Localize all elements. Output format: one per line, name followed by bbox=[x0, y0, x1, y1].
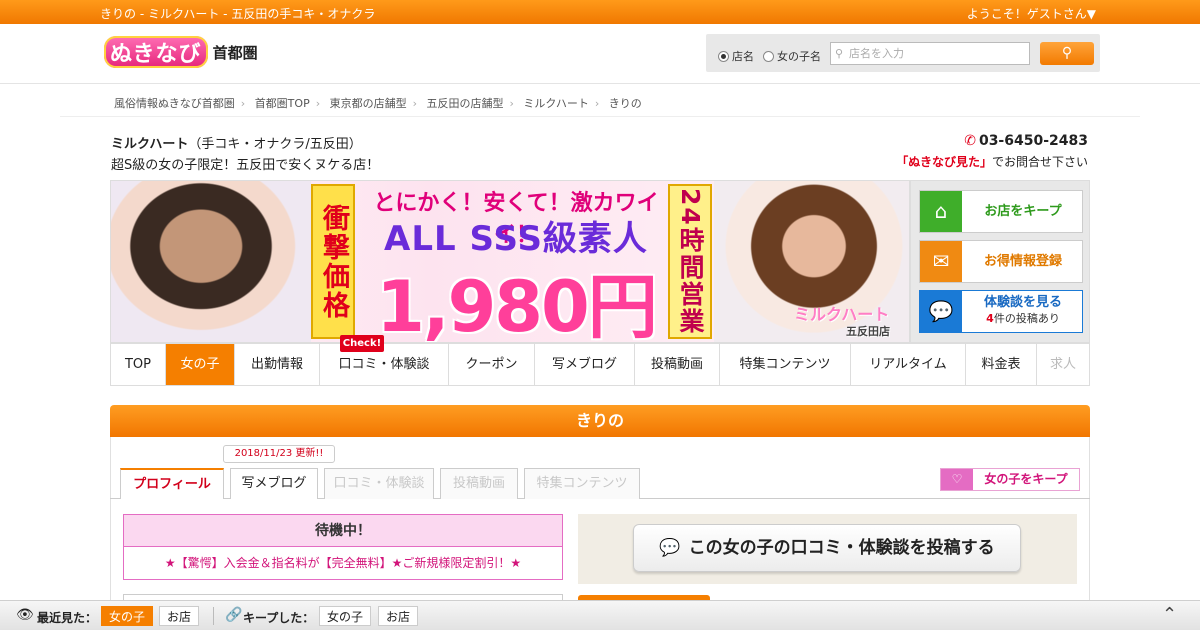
search-box: 店名 女の子名 ⚲ 店名を入力 ⚲ bbox=[706, 34, 1100, 72]
search-icon: ⚲ bbox=[835, 47, 844, 60]
chevron-right-icon: › bbox=[412, 97, 418, 110]
status-box: 待機中！ ★【驚愕】入会金＆指名料が【完全無料】★ご新規様限定割引！★ bbox=[123, 514, 563, 580]
keep-girl-button[interactable]: ♡ 女の子をキープ bbox=[940, 468, 1080, 491]
phone-note: 「ぬきなび見た」でお問合せ下さい bbox=[896, 155, 1088, 169]
radio-dot bbox=[763, 50, 774, 62]
newsletter-button[interactable]: ✉ お得情報登録 bbox=[919, 240, 1083, 283]
status-badge: 待機中！ bbox=[124, 515, 562, 547]
post-review-button[interactable]: 💬 この女の子の口コミ・体験談を投稿する bbox=[633, 524, 1021, 572]
shop-banner[interactable]: 衝撃価格 とにかく！安くて！激カワイイ！ ALL SSS級素人 1,980円 2… bbox=[110, 180, 910, 343]
shop-phone[interactable]: ✆ 03-6450-2483 bbox=[964, 133, 1088, 149]
tab-profile[interactable]: プロフィール bbox=[120, 468, 224, 499]
nav-girls[interactable]: 女の子 bbox=[166, 344, 235, 385]
nav-videos[interactable]: 投稿動画 bbox=[635, 344, 720, 385]
nav-jobs: 求人 bbox=[1049, 357, 1076, 372]
shop-name-text: ミルクハート bbox=[111, 137, 189, 152]
chevron-right-icon: › bbox=[509, 97, 514, 110]
divider bbox=[213, 607, 214, 625]
search-input[interactable]: ⚲ 店名を入力 bbox=[830, 42, 1030, 65]
keep-shop-button[interactable]: ⌂ お店をキープ bbox=[919, 190, 1083, 233]
chat-icon: 💬 bbox=[920, 291, 962, 332]
tab-videos: 投稿動画 bbox=[440, 468, 518, 499]
breadcrumb-item[interactable]: 五反田の店舗型 bbox=[427, 97, 504, 110]
divider bbox=[60, 116, 1140, 117]
site-header: ぬきなび 首都圏 店名 女の子名 ⚲ 店名を入力 ⚲ bbox=[0, 24, 1200, 84]
chevron-up-icon[interactable]: ⌃ bbox=[1162, 604, 1177, 625]
nav-schedule[interactable]: 出勤情報 bbox=[235, 344, 320, 385]
chevron-right-icon: › bbox=[240, 97, 246, 110]
shop-catchphrase: 超S級の女の子限定！五反田で安くヌケる店！ bbox=[111, 158, 380, 173]
banner-photo-left bbox=[111, 181, 311, 342]
shop-name: ミルクハート（手コキ・オナクラ/五反田） bbox=[111, 133, 362, 152]
shop-action-panel: ⌂ お店をキープ ✉ お得情報登録 💬 体験談を見る 4件の投稿あり bbox=[910, 180, 1090, 343]
recent-label: 最近見た： bbox=[37, 611, 98, 625]
promo-text[interactable]: ★【驚愕】入会金＆指名料が【完全無料】★ご新規様限定割引！★ bbox=[124, 547, 562, 579]
shop-category: （手コキ・オナクラ/五反田） bbox=[188, 137, 362, 152]
tab-photo-blog[interactable]: 写メブログ bbox=[230, 468, 318, 499]
phone-icon: ✆ bbox=[964, 133, 976, 149]
recent-shop-chip[interactable]: お店 bbox=[159, 606, 200, 626]
breadcrumb-item[interactable]: 東京都の店舗型 bbox=[330, 97, 407, 110]
welcome-menu[interactable]: ようこそ！ゲストさん▼ bbox=[967, 5, 1096, 22]
mail-icon: ✉ bbox=[920, 241, 962, 282]
heart-icon: ♡ bbox=[941, 469, 973, 490]
banner-vertical-left: 衝撃価格 bbox=[311, 184, 355, 339]
breadcrumb-item[interactable]: 首都圏TOP bbox=[255, 97, 310, 110]
link-icon: 🔗 bbox=[225, 607, 243, 623]
chevron-right-icon: › bbox=[315, 97, 321, 110]
breadcrumb-item[interactable]: ミルクハート bbox=[523, 97, 588, 110]
banner-shop-logo: ミルクハート 五反田店 bbox=[794, 305, 890, 338]
radio-shop-name[interactable]: 店名 bbox=[718, 48, 754, 64]
page-title: きりの - ミルクハート - 五反田の手コキ・オナクラ bbox=[100, 7, 376, 21]
nav-realtime[interactable]: リアルタイム bbox=[851, 344, 966, 385]
view-reviews-button[interactable]: 💬 体験談を見る 4件の投稿あり bbox=[919, 290, 1083, 333]
history-bar: 👁 最近見た： 女の子 お店 🔗 キープした： 女の子 お店 ⌃ bbox=[0, 600, 1200, 630]
nav-features[interactable]: 特集コンテンツ bbox=[720, 344, 851, 385]
tab-reviews: 口コミ・体験談 bbox=[324, 468, 434, 499]
breadcrumb: 風俗情報ぬきなび首都圏 › 首都圏TOP › 東京都の店舗型 › 五反田の店舗型 › ミ… bbox=[114, 95, 642, 111]
nav-price[interactable]: 料金表 bbox=[966, 344, 1037, 385]
search-button[interactable]: ⚲ bbox=[1040, 42, 1094, 65]
search-placeholder: 店名を入力 bbox=[849, 47, 904, 60]
search-icon: ⚲ bbox=[1061, 45, 1073, 61]
nav-photo-blog[interactable]: 写メブログ bbox=[535, 344, 635, 385]
kept-label: キープした： bbox=[243, 611, 315, 625]
breadcrumb-current: きりの bbox=[608, 97, 642, 110]
banner-price: 1,980円 bbox=[376, 266, 657, 343]
home-icon: ⌂ bbox=[920, 191, 962, 232]
check-badge: Check! bbox=[340, 335, 384, 352]
shop-nav: TOP 女の子 出勤情報 口コミ・体験談 クーポン 写メブログ 投稿動画 特集コ… bbox=[110, 343, 1090, 386]
nav-coupon[interactable]: クーポン bbox=[449, 344, 535, 385]
phone-number: 03-6450-2483 bbox=[978, 133, 1088, 149]
kept-girl-chip[interactable]: 女の子 bbox=[319, 606, 372, 626]
tab-features: 特集コンテンツ bbox=[524, 468, 640, 499]
eye-icon: 👁 bbox=[16, 607, 34, 623]
radio-dot-selected bbox=[718, 50, 729, 62]
kept-shop-chip[interactable]: お店 bbox=[378, 606, 419, 626]
site-logo[interactable]: ぬきなび 首都圏 bbox=[104, 35, 258, 69]
logo-mark: ぬきなび bbox=[104, 36, 208, 68]
post-review-area: 💬 この女の子の口コミ・体験談を投稿する bbox=[578, 514, 1077, 584]
update-tag: 2018/11/23 更新!! bbox=[223, 445, 335, 463]
banner-vertical-right: 24時間営業 bbox=[668, 184, 712, 339]
recent-girl-chip[interactable]: 女の子 bbox=[101, 606, 154, 626]
breadcrumb-item[interactable]: 風俗情報ぬきなび首都圏 bbox=[114, 97, 235, 110]
radio-girl-name[interactable]: 女の子名 bbox=[763, 48, 821, 64]
chat-icon: 💬 bbox=[659, 538, 681, 558]
logo-region: 首都圏 bbox=[212, 43, 258, 62]
top-bar: きりの - ミルクハート - 五反田の手コキ・オナクラ ようこそ！ゲストさん▼ bbox=[0, 0, 1200, 24]
chevron-right-icon: › bbox=[594, 97, 600, 110]
girl-name-title: きりの bbox=[110, 405, 1090, 437]
nav-top[interactable]: TOP bbox=[111, 344, 166, 385]
